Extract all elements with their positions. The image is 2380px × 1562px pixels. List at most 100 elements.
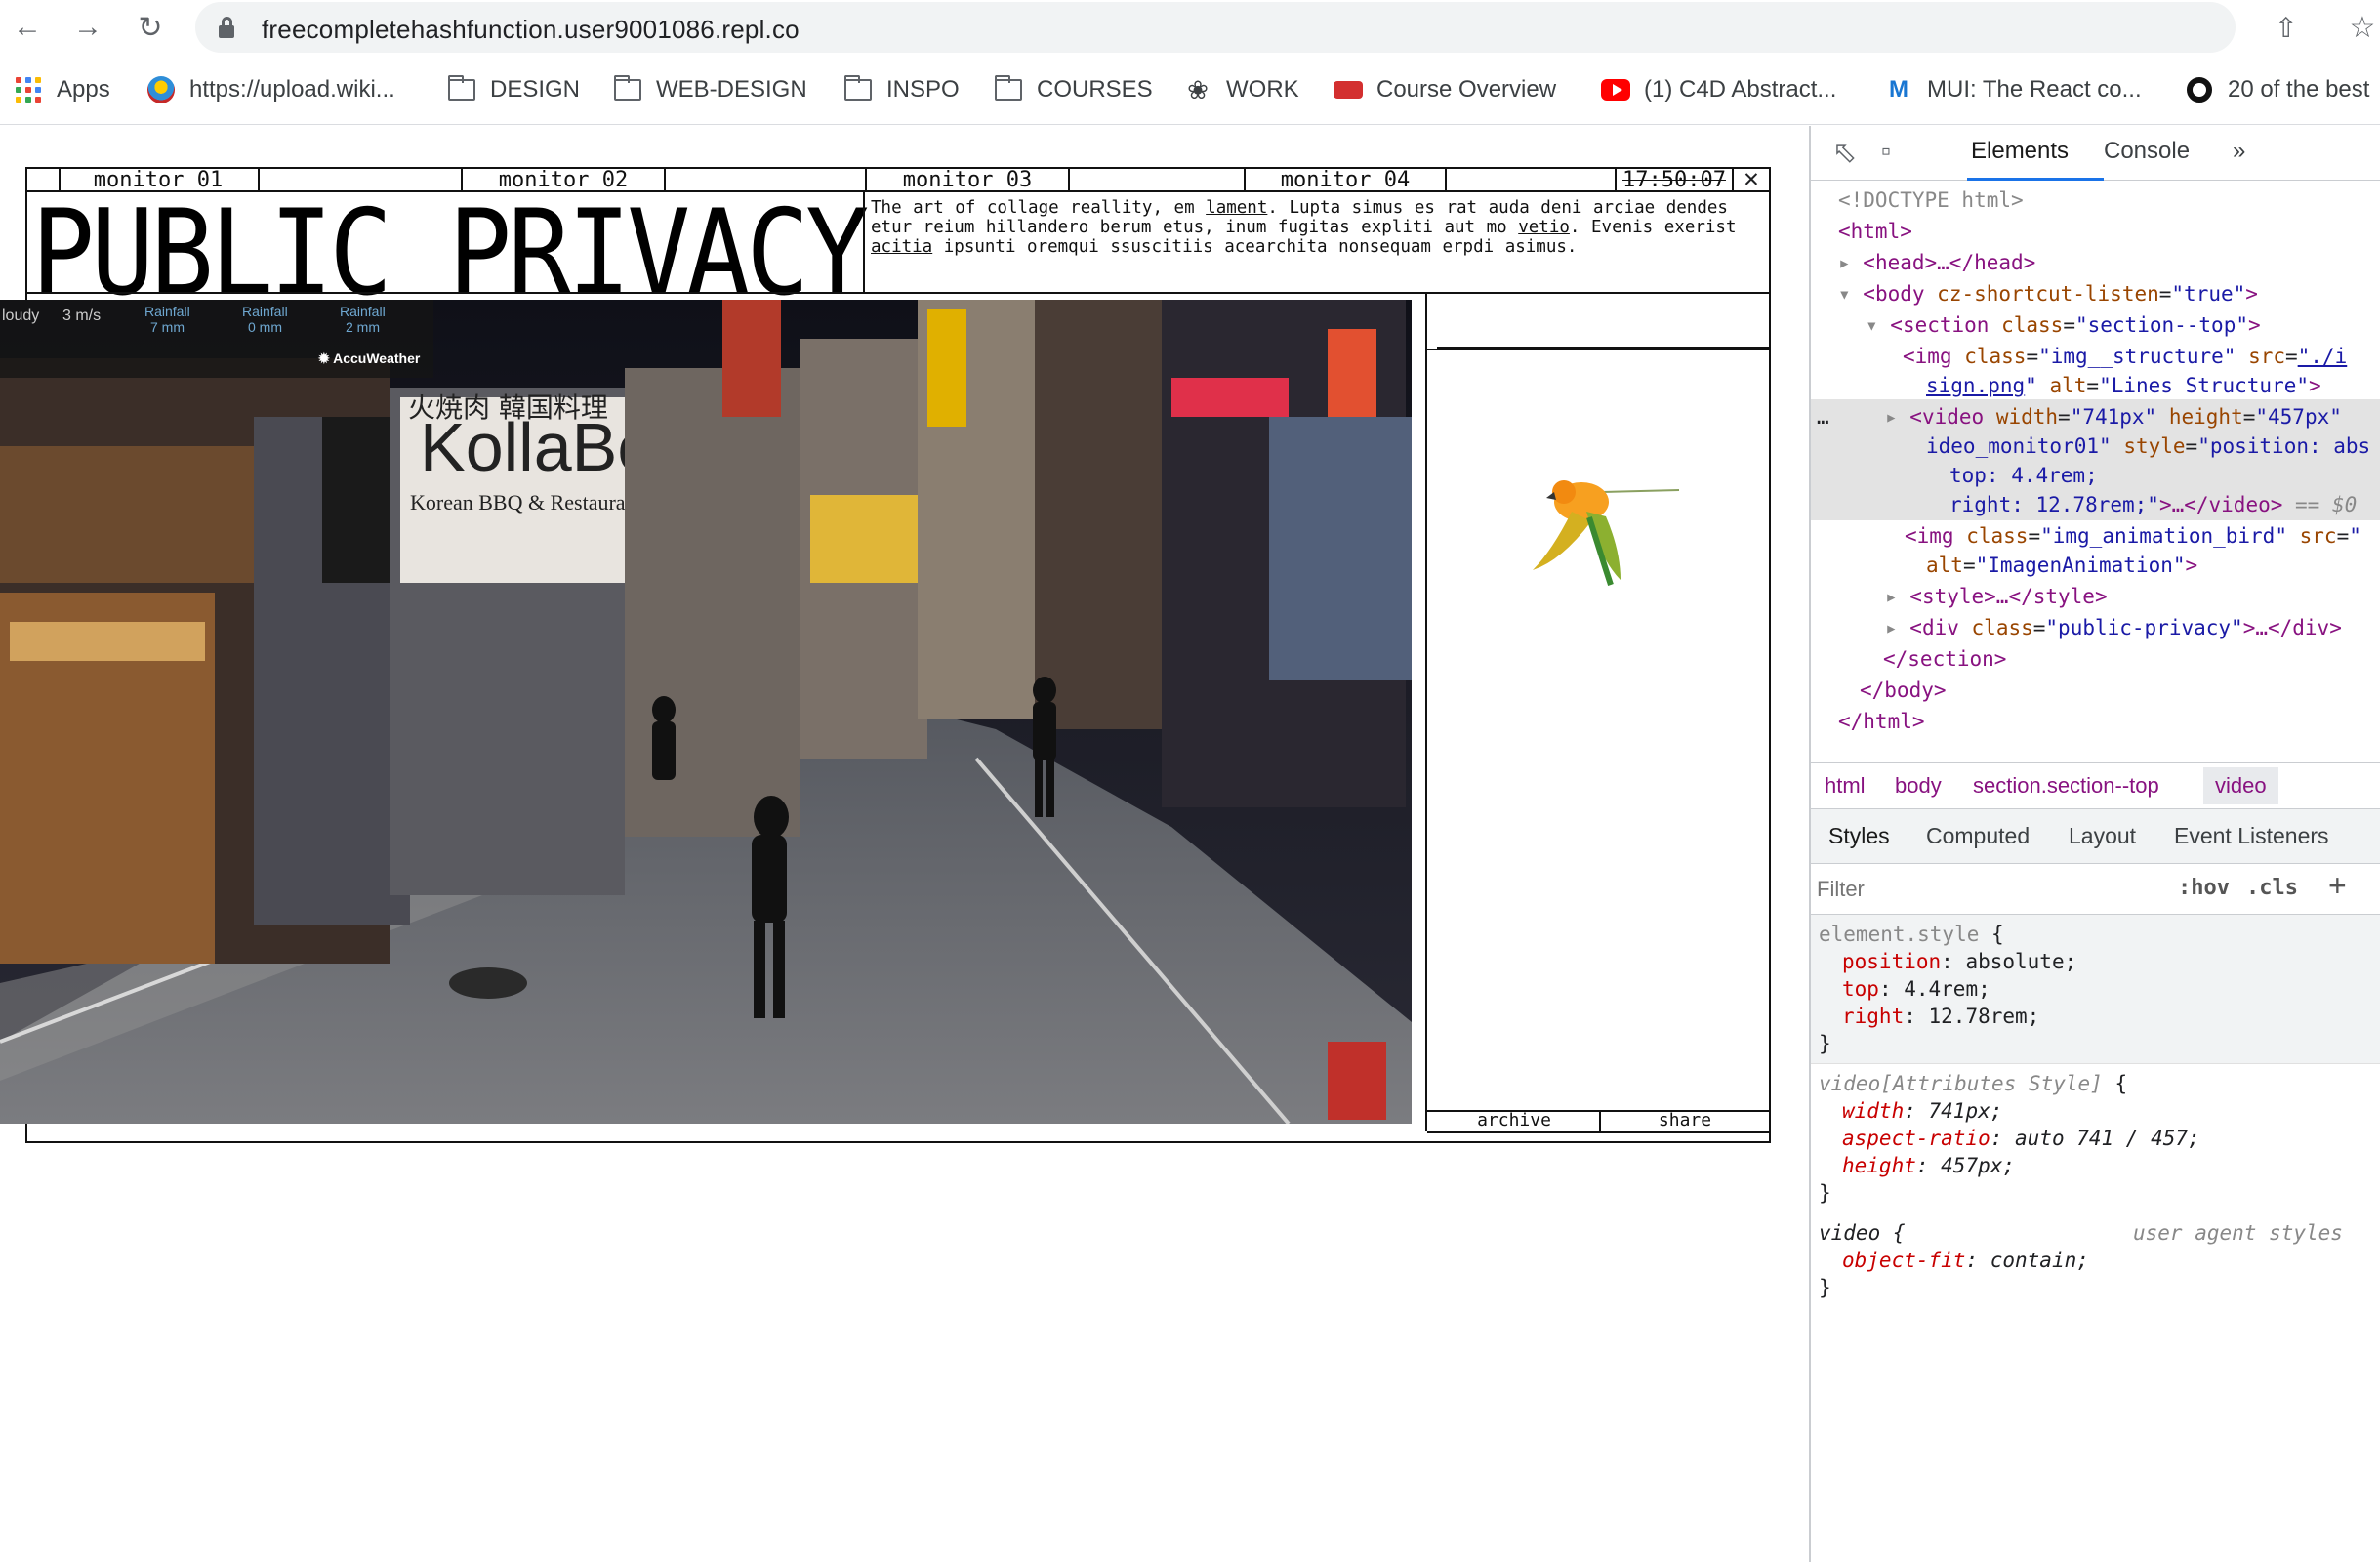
close-icon[interactable]: ✕ [1732, 166, 1769, 191]
style-rule-element[interactable]: element.style { position: absolute; top:… [1811, 915, 2380, 1064]
reload-icon[interactable]: ↻ [131, 8, 170, 47]
dom-val: "position: abs [2197, 434, 2371, 458]
collapse-arrow-icon[interactable]: ▾ [1866, 313, 1890, 337]
dom-val: "section--top" [2074, 313, 2248, 337]
dom-img-bird[interactable]: <img class="img_animation_bird" src=" [1905, 520, 2380, 553]
dom-doctype[interactable]: <!DOCTYPE html> [1838, 185, 2380, 217]
dom-html[interactable]: <html> [1838, 216, 2380, 248]
share-button[interactable]: share [1601, 1110, 1769, 1131]
dom-head[interactable]: ▸ <head>…</head> [1838, 247, 2380, 279]
dom-body[interactable]: ▾ <body cz-shortcut-listen="true"> [1838, 278, 2380, 310]
bookmark-mui[interactable]: M MUI: The React co... [1884, 74, 2142, 105]
dom-video-cont2[interactable]: top: 4.4rem; [1949, 460, 2380, 492]
dom-tag: <img [1905, 524, 1954, 548]
dom-style[interactable]: ▸ <style>…</style> [1885, 581, 2380, 613]
dom-img-structure-cont[interactable]: sign.png" alt="Lines Structure"> [1926, 370, 2380, 402]
video-monitor01[interactable]: KollaBo Korean BBQ & Restaurant 火焼肉 韓国料理 [0, 300, 1412, 1124]
dom-video-cont[interactable]: ideo_monitor01" style="position: abs [1926, 431, 2380, 463]
tab-computed[interactable]: Computed [1926, 823, 2030, 849]
bookmark-work[interactable]: ❀ WORK [1183, 74, 1299, 105]
styles-filter-input[interactable] [1817, 872, 2168, 907]
dom-body-close[interactable]: </body> [1860, 675, 2380, 707]
dom-val: "public-privacy" [2045, 616, 2243, 639]
expand-arrow-icon[interactable]: ▸ [1838, 251, 1863, 274]
dom-div[interactable]: ▸ <div class="public-privacy">…</div> [1885, 612, 2380, 644]
bookmark-label: WEB-DESIGN [656, 76, 807, 103]
rule-selector: video [1819, 1221, 1881, 1245]
expand-arrow-icon[interactable]: ▸ [1885, 585, 1909, 608]
more-tabs-icon[interactable]: » [2233, 138, 2245, 165]
url-text[interactable]: freecompletehashfunction.user9001086.rep… [262, 15, 800, 45]
dom-link[interactable]: "./i [2298, 345, 2348, 368]
style-prop-name: width [1842, 1099, 1905, 1123]
dom-tree: <!DOCTYPE html> <html> ▸ <head>…</head> … [1811, 185, 2380, 858]
description-link[interactable]: vetio [1518, 218, 1570, 237]
add-rule-icon[interactable]: + [2328, 868, 2347, 904]
breadcrumb-section[interactable]: section.section--top [1973, 773, 2159, 799]
address-bar[interactable]: freecompletehashfunction.user9001086.rep… [195, 2, 2297, 53]
tab-layout[interactable]: Layout [2069, 823, 2136, 849]
tab-monitor-03[interactable]: monitor 03 [867, 169, 1068, 192]
style-prop-value[interactable]: absolute; [1965, 950, 2076, 973]
bookmark-wiki[interactable]: https://upload.wiki... [146, 74, 395, 105]
style-rule-attributes[interactable]: video[Attributes Style] { width: 741px; … [1811, 1064, 2380, 1213]
style-prop-name[interactable]: right [1842, 1005, 1904, 1028]
dom-video[interactable]: ▸ <video width="741px" height="457px" [1885, 401, 2380, 433]
dom-link[interactable]: sign.png [1926, 374, 2025, 397]
folder-icon [994, 75, 1023, 104]
divider [1425, 294, 1427, 1131]
back-arrow-icon[interactable]: ← [8, 8, 47, 47]
youtube-icon [1601, 75, 1630, 104]
dom-img-structure[interactable]: <img class="img__structure" src="./i [1903, 341, 2380, 373]
style-prop-value[interactable]: 12.78rem; [1929, 1005, 2040, 1028]
style-prop-value[interactable]: 4.4rem; [1904, 977, 1990, 1001]
rule-brace: } [1819, 1181, 1831, 1205]
collapse-arrow-icon[interactable]: ▾ [1838, 282, 1863, 306]
tab-console[interactable]: Console [2104, 138, 2190, 165]
lock-icon[interactable] [219, 17, 234, 38]
dom-video-cont3[interactable]: right: 12.78rem;">…</video> == $0 [1949, 489, 2380, 521]
weather-label: Rainfall [144, 304, 190, 319]
style-prop-name[interactable]: position [1842, 950, 1941, 973]
hov-toggle[interactable]: :hov [2178, 876, 2230, 900]
forward-arrow-icon[interactable]: → [68, 8, 107, 47]
bookmark-youtube[interactable]: (1) C4D Abstract... [1601, 74, 1836, 105]
description-text: ipsunti oremqui ssuscitiis acearchita no… [932, 237, 1578, 257]
bookmark-inspo[interactable]: INSPO [843, 74, 960, 105]
devtools-panel: ⬁ ▫ Elements Console » <!DOCTYPE html> <… [1809, 126, 2380, 1562]
dom-html-close[interactable]: </html> [1838, 706, 2380, 738]
share-icon[interactable]: ⇧ [2275, 12, 2297, 44]
tab-event-listeners[interactable]: Event Listeners [2174, 823, 2329, 849]
bookmark-course-overview[interactable]: Course Overview [1334, 74, 1556, 105]
expand-arrow-icon[interactable]: ▸ [1885, 616, 1909, 639]
dom-img-bird-cont[interactable]: alt="ImagenAnimation"> [1926, 550, 2380, 582]
accuweather-logo: ✹ AccuWeather [318, 350, 421, 366]
bookmark-best[interactable]: 20 of the best [2185, 74, 2369, 105]
breadcrumb-body[interactable]: body [1895, 773, 1942, 799]
breadcrumb-html[interactable]: html [1825, 773, 1866, 799]
archive-button[interactable]: archive [1429, 1110, 1599, 1131]
description-link[interactable]: acitia [871, 237, 932, 257]
cls-toggle[interactable]: .cls [2246, 876, 2298, 900]
style-rule-ua[interactable]: video {user agent styles object-fit: con… [1811, 1213, 2380, 1307]
styles-pane: element.style { position: absolute; top:… [1811, 915, 2380, 1307]
bookmark-star-icon[interactable]: ☆ [2343, 8, 2380, 47]
dom-eq: == $0 [2295, 493, 2358, 516]
tab-styles[interactable]: Styles [1828, 823, 1890, 849]
tab-elements[interactable]: Elements [1971, 138, 2069, 165]
expand-arrow-icon[interactable]: ▸ [1885, 405, 1909, 429]
bookmark-apps[interactable]: Apps [14, 74, 110, 105]
breadcrumb-video[interactable]: video [2203, 767, 2278, 804]
bookmark-design[interactable]: DESIGN [447, 74, 580, 105]
dom-section-close[interactable]: </section> [1883, 643, 2380, 676]
description-link[interactable]: lament [1206, 198, 1267, 218]
device-toolbar-icon[interactable]: ▫ [1881, 136, 1891, 167]
style-prop-name[interactable]: top [1842, 977, 1879, 1001]
bookmark-courses[interactable]: COURSES [994, 74, 1153, 105]
tab-monitor-04[interactable]: monitor 04 [1246, 169, 1445, 192]
bookmark-label: Apps [57, 76, 110, 103]
browser-toolbar: ← → ↻ freecompletehashfunction.user90010… [0, 0, 2380, 55]
inspect-element-icon[interactable]: ⬁ [1832, 136, 1857, 170]
bookmark-web-design[interactable]: WEB-DESIGN [613, 74, 807, 105]
dom-section[interactable]: ▾ <section class="section--top"> [1866, 309, 2380, 342]
